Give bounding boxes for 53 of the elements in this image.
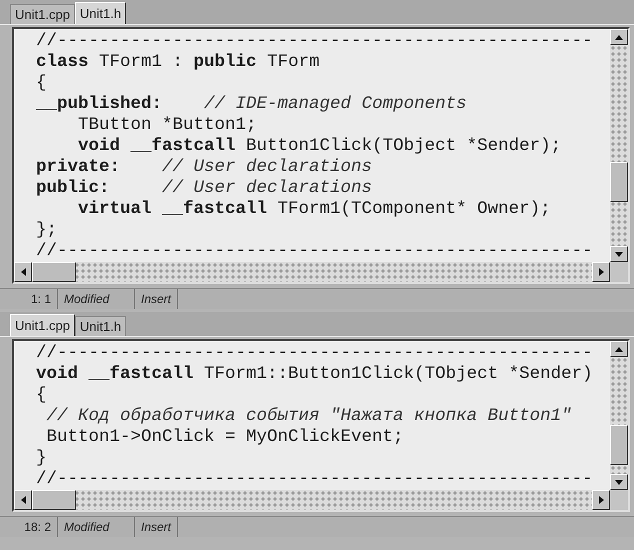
code-line: TButton *Button1;	[77, 115, 258, 136]
code-line: //---------------------------------------------------	[36, 241, 594, 262]
code-line: public: // User declarations	[36, 178, 374, 199]
scrollbar-thumb[interactable]	[32, 262, 76, 282]
code-line: class TForm1 : public TForm	[36, 52, 321, 73]
code-editor[interactable]	[12, 27, 630, 284]
code-line: {	[36, 385, 48, 406]
down-arrow-icon	[615, 252, 623, 256]
code-line: };	[36, 220, 58, 241]
scrollbar-corner	[610, 490, 628, 510]
file-tab[interactable]: Unit1.h	[74, 316, 126, 336]
cursor-position: 18: 2	[0, 517, 58, 537]
up-arrow-icon	[615, 34, 623, 40]
code-line: Button1->OnClick = MyOnClickEvent;	[46, 427, 405, 448]
insert-mode-indicator: Insert	[135, 517, 178, 537]
modified-indicator: Modified	[58, 517, 135, 537]
code-line: // Код обработчика события "Нажата кнопка Button1"	[46, 406, 573, 427]
insert-mode-indicator: Insert	[135, 289, 178, 309]
up-arrow-icon	[615, 346, 623, 352]
right-arrow-icon	[598, 268, 604, 276]
down-arrow-icon	[615, 480, 623, 484]
code-line: //---------------------------------------------------	[36, 343, 594, 364]
scroll-left-button[interactable]	[14, 262, 32, 282]
code-line: //---------------------------------------------------	[36, 31, 594, 52]
cursor-position: 1: 1	[0, 289, 58, 309]
code-line: void __fastcall Button1Click(TObject *Sender);	[77, 136, 562, 157]
file-tab[interactable]: Unit1.h	[74, 2, 126, 24]
scrollbar-thumb[interactable]	[610, 424, 628, 465]
code-line: {	[36, 73, 48, 94]
file-tab[interactable]: Unit1.cpp	[10, 4, 75, 24]
code-line: }	[36, 448, 48, 469]
vertical-scrollbar[interactable]	[610, 341, 628, 490]
scroll-right-button[interactable]	[592, 262, 610, 282]
code-line: //---------------------------------------------------	[36, 469, 594, 490]
scroll-up-button[interactable]	[610, 341, 628, 357]
left-arrow-icon	[20, 496, 26, 504]
code-line: void __fastcall TForm1::Button1Click(TObject *Sender)	[36, 364, 594, 385]
scrollbar-thumb[interactable]	[32, 490, 76, 510]
modified-indicator: Modified	[58, 289, 135, 309]
code-line: __published: // IDE-managed Components	[36, 94, 468, 115]
right-arrow-icon	[598, 496, 604, 504]
code-line: virtual __fastcall TForm1(TComponent* Owner);	[77, 199, 552, 220]
left-arrow-icon	[20, 268, 26, 276]
scroll-up-button[interactable]	[610, 29, 628, 45]
scroll-right-button[interactable]	[592, 490, 610, 510]
scroll-left-button[interactable]	[14, 490, 32, 510]
scrollbar-corner	[610, 262, 628, 282]
file-tab[interactable]: Unit1.cpp	[10, 314, 75, 336]
code-editor[interactable]	[12, 339, 630, 512]
scroll-down-button[interactable]	[610, 246, 628, 262]
scrollbar-thumb[interactable]	[610, 162, 628, 202]
scroll-down-button[interactable]	[610, 474, 628, 490]
code-line: private: // User declarations	[36, 157, 374, 178]
